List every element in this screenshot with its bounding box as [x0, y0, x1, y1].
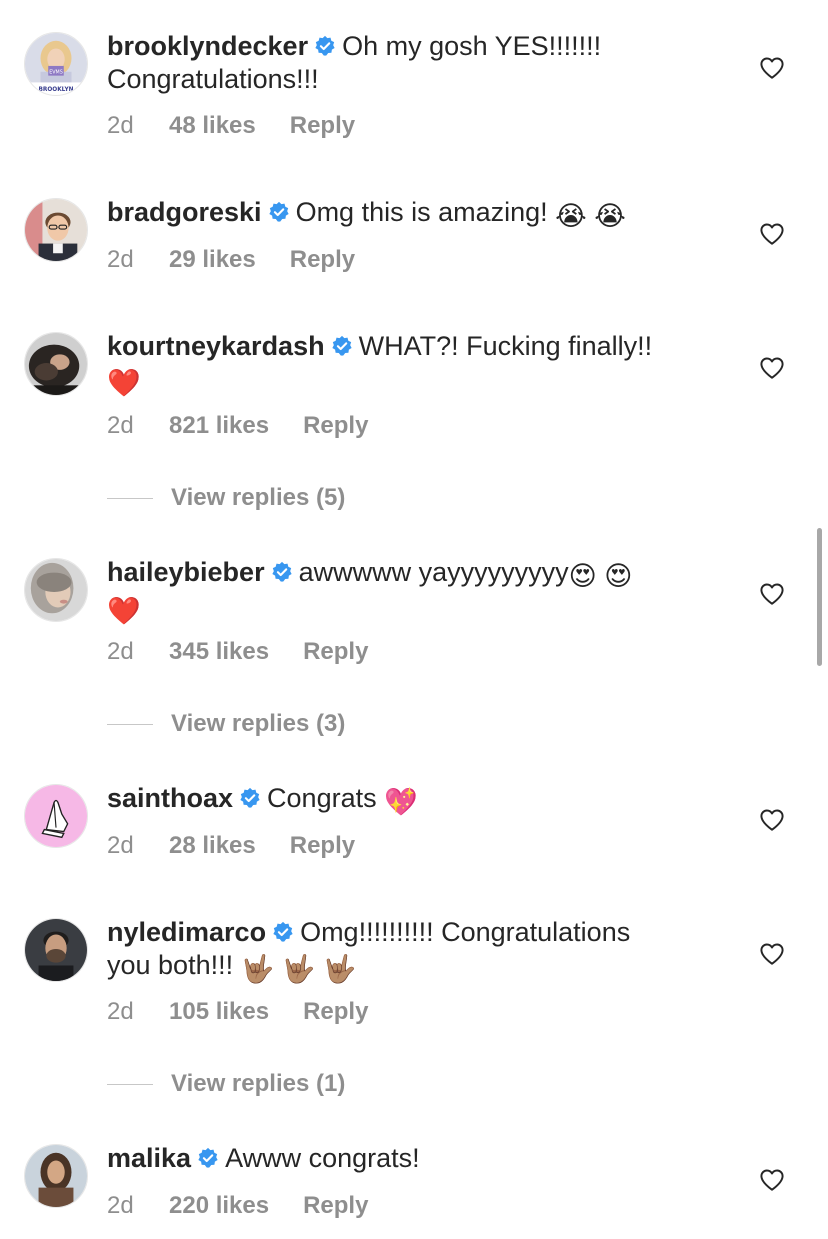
verified-badge-icon [314, 35, 336, 57]
comment-username[interactable]: malika [107, 1143, 191, 1173]
comment-meta: 2d 105 likes Reply [107, 997, 368, 1027]
avatar[interactable] [24, 784, 88, 848]
like-count[interactable]: 28 likes [169, 831, 256, 861]
heart-outline-icon[interactable] [759, 581, 785, 607]
like-count[interactable]: 345 likes [169, 637, 269, 667]
comment-username[interactable]: haileybieber [107, 557, 265, 587]
comment-time: 2d [107, 412, 134, 439]
comment-time: 2d [107, 638, 134, 665]
avatar[interactable] [24, 198, 88, 262]
scrollbar[interactable] [817, 528, 822, 666]
verified-badge-icon [239, 787, 261, 809]
sparkling-heart-emoji: 💖 [384, 787, 418, 817]
like-count[interactable]: 105 likes [169, 997, 269, 1027]
view-replies-button[interactable]: View replies (1) [107, 1069, 345, 1099]
comment-body: bradgoreski Omg this is amazing! 😭 😭 [107, 196, 727, 231]
comment-username[interactable]: nyledimarco [107, 917, 266, 947]
avatar[interactable] [24, 332, 88, 396]
reply-button[interactable]: Reply [303, 637, 368, 667]
avatar-small-text: EVMS [49, 70, 63, 76]
view-replies-button[interactable]: View replies (3) [107, 709, 345, 739]
heart-outline-icon[interactable] [759, 221, 785, 247]
comment-time: 2d [107, 1192, 134, 1219]
comment-meta: 2d 48 likes Reply [107, 111, 355, 141]
view-replies-label: View replies (3) [171, 710, 346, 737]
comment-body: malika Awww congrats! [107, 1142, 727, 1175]
reply-button[interactable]: Reply [303, 1191, 368, 1221]
comment-body: sainthoax Congrats 💖 [107, 782, 727, 817]
avatar[interactable] [24, 918, 88, 982]
comment-text: awwwww yayyyyyyyyy [298, 557, 569, 587]
reply-button[interactable]: Reply [290, 111, 355, 141]
comment-text: Awww congrats! [225, 1143, 420, 1173]
heart-outline-icon[interactable] [759, 941, 785, 967]
red-heart-emoji: ❤️ [107, 368, 141, 398]
reply-button[interactable]: Reply [303, 411, 368, 441]
comment-text: Congrats [267, 783, 377, 813]
comment-meta: 2d 220 likes Reply [107, 1191, 368, 1221]
reply-button[interactable]: Reply [290, 831, 355, 861]
comment-username[interactable]: bradgoreski [107, 197, 262, 227]
verified-badge-icon [268, 201, 290, 223]
comment-text: Oh my gosh YES!!!!!!! [342, 31, 602, 61]
comment-body: nyledimarco Omg!!!!!!!!!! Congratulations… [107, 916, 727, 984]
like-count[interactable]: 220 likes [169, 1191, 269, 1221]
like-count[interactable]: 29 likes [169, 245, 256, 275]
crying-emoji: 😭 😭 [555, 201, 626, 231]
comment-meta: 2d 345 likes Reply [107, 637, 368, 667]
love-you-gesture-emoji: 🤟🏽 🤟🏽 🤟🏽 [240, 954, 357, 984]
avatar-caption: BROOKLYN [38, 87, 73, 93]
like-count[interactable]: 48 likes [169, 111, 256, 141]
comment-time: 2d [107, 832, 134, 859]
red-heart-emoji: ❤️ [107, 596, 141, 626]
reply-button[interactable]: Reply [303, 997, 368, 1027]
view-replies-button[interactable]: View replies (5) [107, 483, 345, 513]
comment-meta: 2d 28 likes Reply [107, 831, 355, 861]
avatar[interactable]: EVMS BROOKLYN [24, 32, 88, 96]
avatar[interactable] [24, 558, 88, 622]
heart-outline-icon[interactable] [759, 1167, 785, 1193]
heart-eyes-emoji: 😍 😍 [568, 561, 633, 591]
replies-divider-line [107, 724, 153, 726]
like-count[interactable]: 821 likes [169, 411, 269, 441]
view-replies-label: View replies (1) [171, 1070, 346, 1097]
verified-badge-icon [271, 561, 293, 583]
replies-divider-line [107, 498, 153, 500]
comment-body: kourtneykardash WHAT?! Fucking finally!! … [107, 330, 727, 398]
comment-text: Omg this is amazing! [295, 197, 548, 227]
comment-time: 2d [107, 246, 134, 273]
heart-outline-icon[interactable] [759, 55, 785, 81]
comment-text: WHAT?! Fucking finally!! [358, 331, 653, 361]
verified-badge-icon [197, 1147, 219, 1169]
heart-outline-icon[interactable] [759, 355, 785, 381]
comment-time: 2d [107, 112, 134, 139]
comment-text-continued: you both!!! [107, 950, 234, 980]
view-replies-label: View replies (5) [171, 484, 346, 511]
comment-username[interactable]: sainthoax [107, 783, 233, 813]
avatar[interactable] [24, 1144, 88, 1208]
comment-body: haileybieber awwwww yayyyyyyyyy😍 😍 ❤️ [107, 556, 727, 626]
comment-body: brooklyndecker Oh my gosh YES!!!!!!! Cong… [107, 30, 727, 96]
comment-text-continued: Congratulations!!! [107, 64, 319, 94]
comment-meta: 2d 821 likes Reply [107, 411, 368, 441]
comment-username[interactable]: brooklyndecker [107, 31, 308, 61]
replies-divider-line [107, 1084, 153, 1086]
comment-username[interactable]: kourtneykardash [107, 331, 325, 361]
comment-meta: 2d 29 likes Reply [107, 245, 355, 275]
comment-text: Omg!!!!!!!!!! Congratulations [300, 917, 631, 947]
comment-time: 2d [107, 998, 134, 1025]
heart-outline-icon[interactable] [759, 807, 785, 833]
verified-badge-icon [272, 921, 294, 943]
verified-badge-icon [331, 335, 353, 357]
reply-button[interactable]: Reply [290, 245, 355, 275]
